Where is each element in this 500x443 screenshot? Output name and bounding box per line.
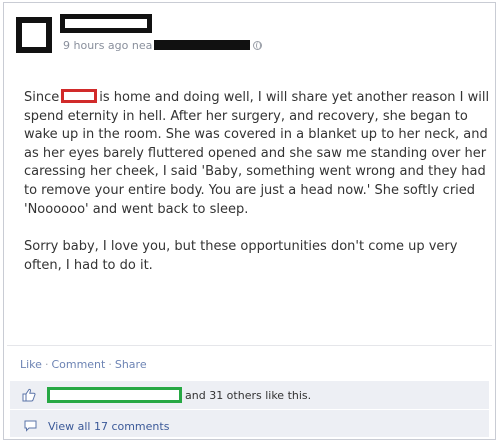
feedback-separator bbox=[10, 409, 489, 410]
redacted-name-inline bbox=[61, 89, 98, 103]
redacted-location bbox=[154, 40, 251, 50]
message-paragraph-2: Sorry baby, I love you, but these opport… bbox=[24, 239, 458, 273]
message-text-start: Since bbox=[24, 90, 60, 105]
share-link[interactable]: Share bbox=[115, 358, 147, 371]
redacted-avatar[interactable] bbox=[16, 17, 52, 53]
redacted-author-name[interactable] bbox=[60, 14, 152, 33]
thumbs-up-icon[interactable] bbox=[22, 388, 36, 402]
action-separator: · bbox=[108, 358, 112, 371]
feedback-box: and 31 others like this. View all 17 com… bbox=[10, 381, 489, 437]
like-link[interactable]: Like bbox=[20, 358, 42, 371]
post-timestamp[interactable]: 9 hours ago nea bbox=[63, 39, 152, 52]
likes-row: and 31 others like this. bbox=[10, 382, 489, 408]
likes-summary[interactable]: and 31 others like this. bbox=[185, 389, 311, 402]
comment-link[interactable]: Comment bbox=[51, 358, 105, 371]
globe-icon[interactable] bbox=[253, 40, 263, 50]
post-meta: 9 hours ago nea bbox=[63, 39, 263, 52]
divider bbox=[7, 345, 492, 346]
message-paragraph-1: Since is home and doing well, I will shar… bbox=[24, 89, 492, 219]
comments-row: View all 17 comments bbox=[10, 411, 489, 437]
post-actions: Like · Comment · Share bbox=[20, 358, 147, 371]
post-message: Since is home and doing well, I will shar… bbox=[24, 89, 492, 275]
redacted-likers[interactable] bbox=[47, 387, 182, 403]
facebook-post: 9 hours ago nea Since is home and doing w… bbox=[3, 2, 496, 440]
action-separator: · bbox=[44, 358, 49, 371]
view-all-comments-link[interactable]: View all 17 comments bbox=[48, 420, 169, 433]
message-text-rest: is home and doing well, I will share yet… bbox=[24, 90, 490, 217]
comment-bubble-icon bbox=[24, 420, 37, 432]
